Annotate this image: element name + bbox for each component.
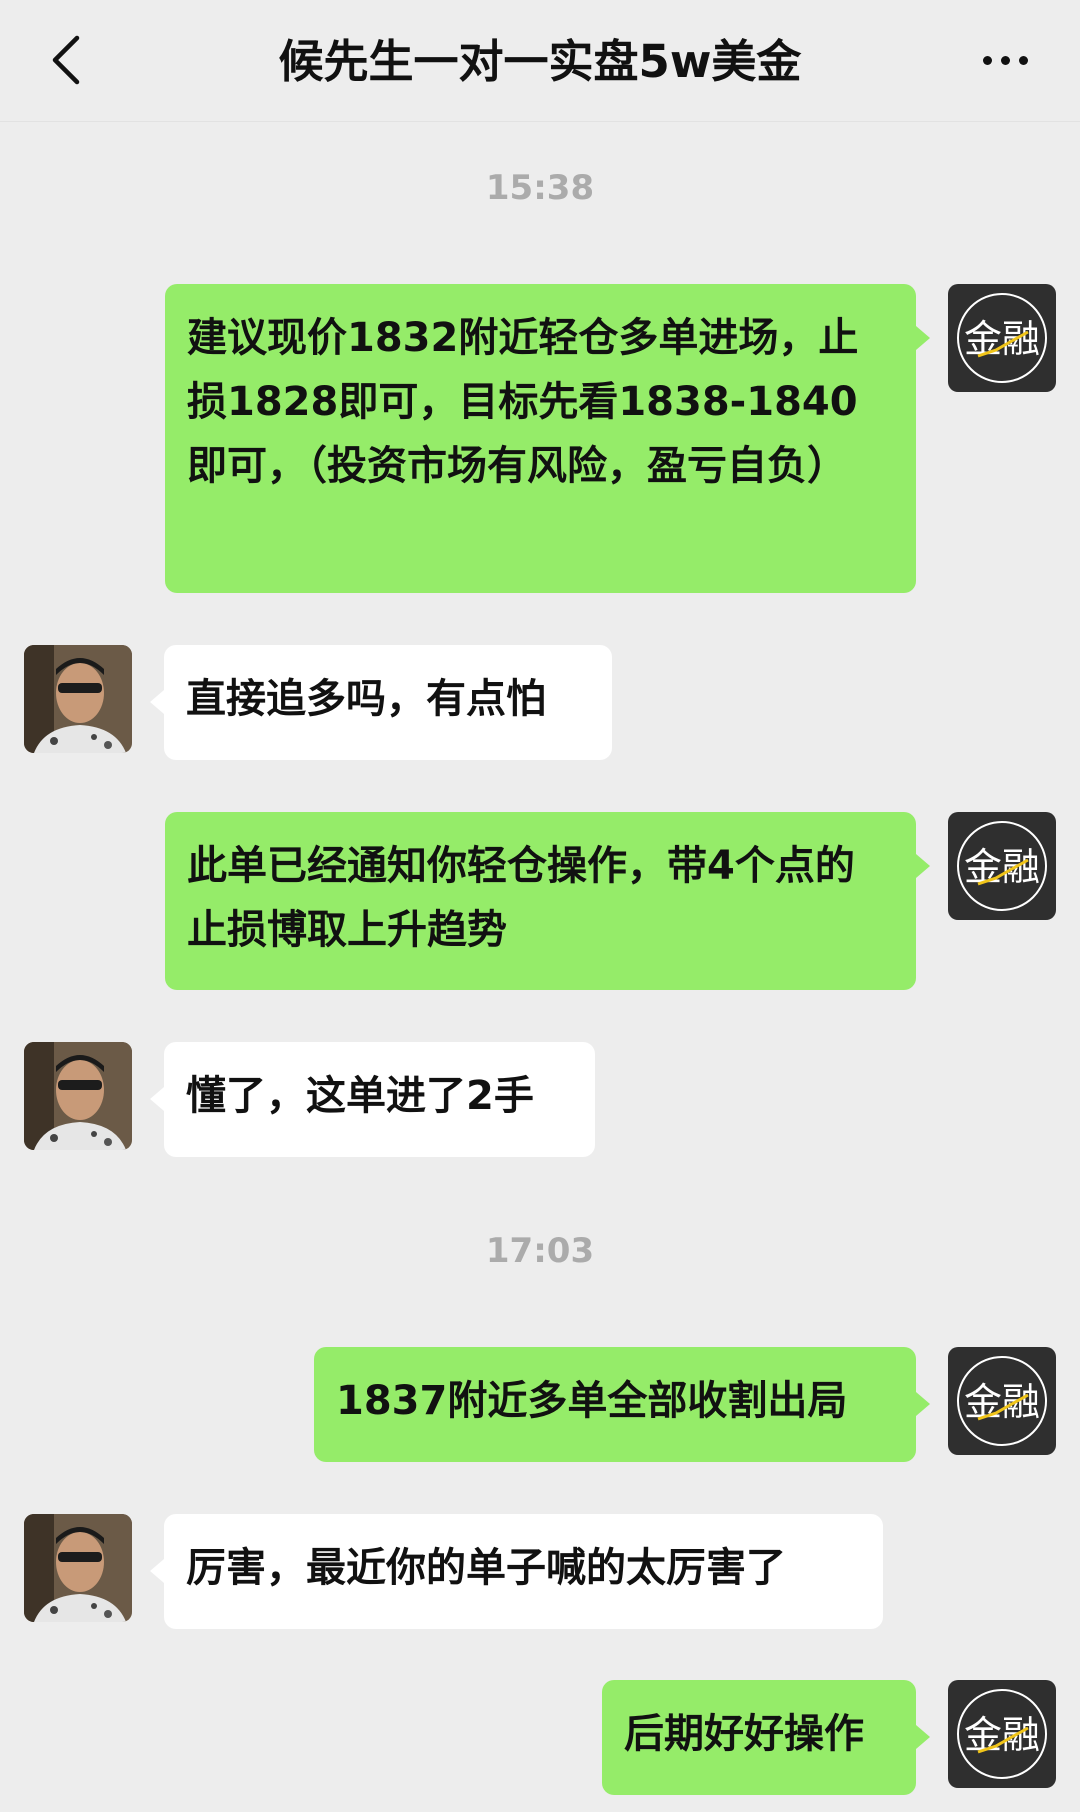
svg-text:金融: 金融 (964, 1380, 1040, 1424)
user-photo-icon (24, 645, 132, 753)
user-photo-icon (24, 1042, 132, 1150)
message-text: 懂了，这单进了2手 (186, 1073, 534, 1119)
message-text: 后期好好操作 (624, 1711, 864, 1757)
message-bubble-incoming[interactable]: 懂了，这单进了2手 (164, 1042, 595, 1157)
message-text: 建议现价1832附近轻仓多单进场，止损1828即可，目标先看1838-1840即… (187, 315, 859, 489)
user-photo-icon (24, 1514, 132, 1622)
timestamp: 15:38 (485, 168, 595, 208)
chat-title: 候先生一对一实盘5w美金 (278, 35, 802, 88)
avatar[interactable]: 金融 (948, 1347, 1056, 1455)
brand-logo-icon: 金融 (957, 293, 1047, 383)
avatar[interactable] (24, 1514, 132, 1622)
svg-text:金融: 金融 (964, 1713, 1040, 1757)
timestamp: 17:03 (485, 1231, 595, 1271)
brand-logo-icon: 金融 (957, 821, 1047, 911)
message-bubble-outgoing[interactable]: 1837附近多单全部收割出局 (314, 1347, 916, 1462)
message-text: 直接追多吗，有点怕 (186, 676, 546, 722)
message-text: 此单已经通知你轻仓操作，带4个点的止损博取上升趋势 (187, 843, 855, 953)
message-bubble-outgoing[interactable]: 此单已经通知你轻仓操作，带4个点的止损博取上升趋势 (165, 812, 916, 990)
avatar[interactable] (24, 645, 132, 753)
chevron-left-icon (52, 35, 80, 85)
more-button[interactable] (970, 40, 1040, 80)
message-text: 厉害，最近你的单子喊的太厉害了 (186, 1545, 786, 1591)
avatar[interactable] (24, 1042, 132, 1150)
svg-text:金融: 金融 (964, 317, 1040, 361)
more-horizontal-icon (982, 55, 992, 65)
brand-logo-icon: 金融 (957, 1689, 1047, 1779)
brand-logo-icon: 金融 (957, 1356, 1047, 1446)
back-button[interactable] (44, 30, 88, 90)
message-text: 1837附近多单全部收割出局 (336, 1378, 848, 1424)
avatar[interactable]: 金融 (948, 284, 1056, 392)
chat-header: 候先生一对一实盘5w美金 (0, 0, 1080, 122)
message-bubble-outgoing[interactable]: 建议现价1832附近轻仓多单进场，止损1828即可，目标先看1838-1840即… (165, 284, 916, 593)
avatar[interactable]: 金融 (948, 1680, 1056, 1788)
message-bubble-incoming[interactable]: 厉害，最近你的单子喊的太厉害了 (164, 1514, 883, 1629)
svg-text:金融: 金融 (964, 845, 1040, 889)
message-bubble-incoming[interactable]: 直接追多吗，有点怕 (164, 645, 612, 760)
avatar[interactable]: 金融 (948, 812, 1056, 920)
message-bubble-outgoing[interactable]: 后期好好操作 (602, 1680, 916, 1795)
